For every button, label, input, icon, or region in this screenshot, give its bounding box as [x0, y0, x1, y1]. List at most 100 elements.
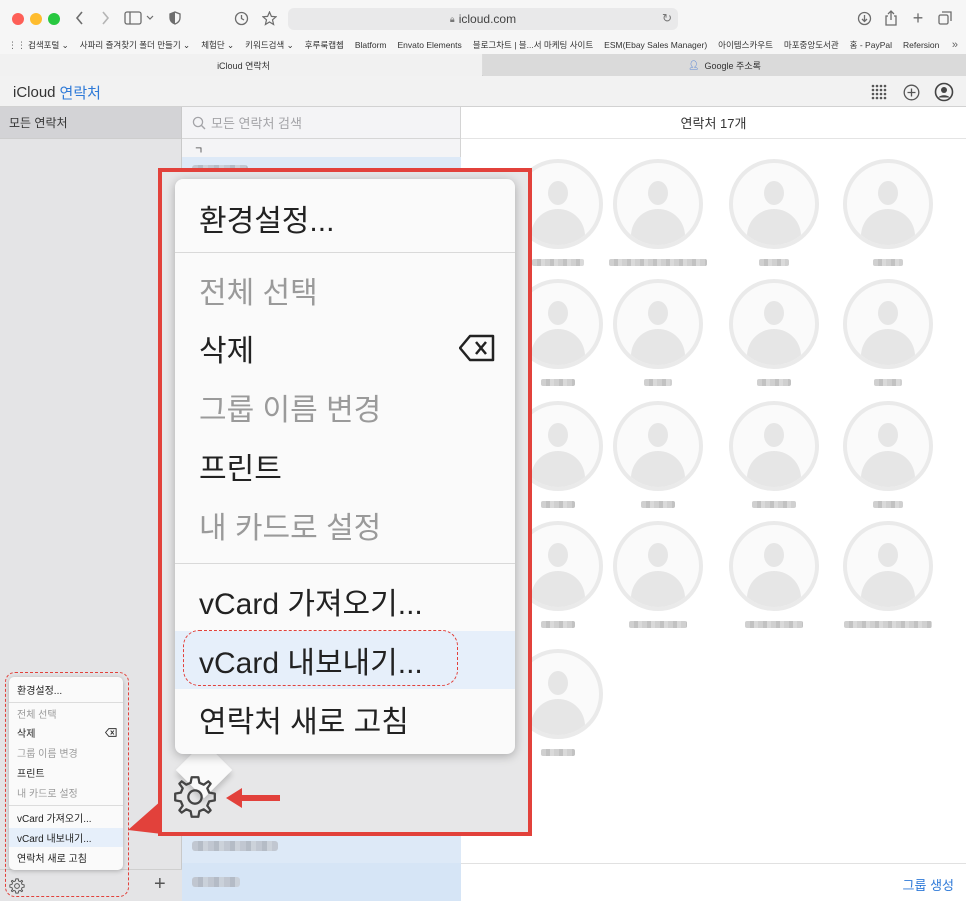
delete-key-icon [459, 334, 495, 362]
zoom-menu-item-print[interactable]: 프린트 [175, 437, 515, 495]
contact-card-name [541, 379, 575, 386]
add-circle-icon[interactable] [900, 81, 922, 103]
menu-item-print[interactable]: 프린트 [9, 763, 123, 782]
bookmark-item[interactable]: 검색포털 ⌄ [28, 39, 69, 51]
zoom-menu-item-delete[interactable]: 삭제 [175, 319, 515, 377]
contact-card-avatar[interactable] [613, 521, 703, 611]
bookmarks-overflow-icon[interactable]: » [952, 39, 958, 51]
app-title[interactable]: iCloud 연락처 [10, 82, 101, 103]
contact-card-name [541, 749, 575, 756]
contact-card-avatar[interactable] [843, 159, 933, 249]
bookmark-item[interactable]: 후루룩캡쳅 [305, 39, 344, 51]
search-input[interactable]: 모든 연락처 검색 [182, 107, 460, 139]
zoomed-menu-callout: 환경설정... 전체 선택 삭제 그룹 이름 변경 프린트 내 카드로 설정 v… [158, 168, 532, 836]
contact-card-name [644, 379, 672, 386]
bookmark-item[interactable]: 사파리 즐겨찾기 폴더 만들기 ⌄ [80, 39, 190, 51]
zoom-menu-item-import-vcard[interactable]: vCard 가져오기... [175, 572, 515, 630]
contact-card-name [629, 621, 687, 628]
bookmark-item[interactable]: Envato Elements [398, 40, 462, 50]
bookmark-item[interactable]: 체험단 ⌄ [201, 39, 234, 51]
account-icon[interactable] [932, 81, 956, 103]
forward-icon[interactable] [98, 8, 112, 28]
address-bar-text: icloud.com [458, 12, 517, 26]
contact-card-avatar[interactable] [729, 159, 819, 249]
settings-gear-icon[interactable] [8, 877, 26, 895]
favorites-star-icon[interactable] [260, 8, 278, 28]
list-section-index: ㄱ [194, 146, 204, 157]
contact-card-avatar[interactable] [613, 279, 703, 369]
zoom-menu-item-rename-group: 그룹 이름 변경 [199, 394, 382, 427]
menu-divider [175, 563, 515, 564]
new-group-button[interactable]: 그룹 생성 [903, 875, 954, 894]
menu-item-export-vcard[interactable]: vCard 내보내기... [9, 828, 123, 847]
reload-icon[interactable]: ↻ [662, 11, 672, 25]
menu-item-refresh-contacts[interactable]: 연락처 새로 고침 [9, 848, 123, 867]
bookmark-item[interactable]: ESM(Ebay Sales Manager) [604, 40, 707, 50]
menu-item-set-my-card: 내 카드로 설정 [17, 789, 78, 800]
contact-card-avatar[interactable] [843, 521, 933, 611]
contact-count-title: 연락처 17개 [461, 107, 966, 139]
sidebar-toggle-icon[interactable] [124, 8, 156, 28]
bookmark-item[interactable]: Refersion [903, 40, 939, 50]
window-zoom-button[interactable] [48, 13, 60, 25]
contact-card-avatar[interactable] [843, 401, 933, 491]
zoom-menu-item-export-vcard[interactable]: vCard 내보내기... [175, 631, 515, 689]
window-minimize-button[interactable] [30, 13, 42, 25]
bookmark-item[interactable]: 홈 - PayPal [850, 39, 892, 51]
grid-footer: 그룹 생성 [461, 863, 966, 901]
brand-label: iCloud [13, 84, 56, 101]
share-icon[interactable] [882, 8, 900, 28]
address-bar[interactable]: 🔒︎ icloud.com ↻ [288, 8, 678, 30]
list-item[interactable] [182, 863, 461, 901]
bookmark-item[interactable]: Blatform [355, 40, 387, 50]
back-icon[interactable] [72, 8, 86, 28]
tab-label: iCloud 연락처 [217, 60, 270, 71]
menu-item-preferences[interactable]: 환경설정... [9, 680, 123, 699]
history-clock-icon[interactable] [232, 8, 250, 28]
contact-card-avatar[interactable] [729, 521, 819, 611]
contact-card-avatar[interactable] [613, 159, 703, 249]
zoom-menu-item-select-all: 전체 선택 [199, 277, 318, 310]
contact-card-name [874, 379, 902, 386]
apps-grid-icon[interactable]: ⋮⋮⋮ [8, 40, 35, 51]
contact-card-avatar[interactable] [613, 401, 703, 491]
contact-card-name [532, 259, 584, 266]
contact-card-name [641, 501, 675, 508]
contact-card-name [541, 501, 575, 508]
contact-card-name [759, 259, 789, 266]
contact-card-name [757, 379, 791, 386]
bookmark-item[interactable]: 키워드검색 ⌄ [245, 39, 294, 51]
menu-item-label: 삭제 [199, 335, 255, 368]
menu-item-import-vcard[interactable]: vCard 가져오기... [9, 808, 123, 827]
tab-icloud-contacts[interactable]: iCloud 연락처 [0, 54, 482, 76]
contact-card-name [844, 621, 932, 628]
contact-card-avatar[interactable] [729, 279, 819, 369]
tab-google-contacts[interactable]: 👤︎ Google 주소록 [483, 54, 966, 76]
downloads-icon[interactable] [855, 8, 873, 28]
add-group-icon[interactable]: + [154, 873, 166, 896]
menu-item-label: 삭제 [17, 729, 36, 740]
zoom-menu-item-set-my-card: 내 카드로 설정 [199, 512, 382, 545]
tab-overview-icon[interactable] [936, 8, 954, 28]
tab-bar: iCloud 연락처 👤︎ Google 주소록 [0, 54, 966, 76]
menu-item-delete[interactable]: 삭제 [9, 723, 123, 742]
group-all-contacts[interactable]: 모든 연락처 [0, 107, 181, 139]
menu-divider [9, 805, 123, 806]
contact-card-name [752, 501, 796, 508]
zoom-menu-item-preferences[interactable]: 환경설정... [175, 189, 515, 247]
delete-key-icon [105, 728, 117, 737]
bookmark-item[interactable]: 아이템스카우트 [718, 39, 773, 51]
app-launcher-icon[interactable] [868, 81, 890, 103]
browser-toolbar: 🔒︎ icloud.com ↻ + [0, 0, 966, 36]
bookmark-item[interactable]: 마포중앙도서관 [784, 39, 839, 51]
lock-icon: 🔒︎ [449, 13, 455, 24]
bookmark-item[interactable]: 블로그차트 | 블...서 마케팅 사이트 [473, 39, 593, 51]
zoom-menu-item-refresh-contacts[interactable]: 연락처 새로 고침 [175, 690, 515, 748]
shield-icon[interactable] [168, 8, 182, 28]
window-close-button[interactable] [12, 13, 24, 25]
contact-card-avatar[interactable] [843, 279, 933, 369]
contact-card-avatar[interactable] [729, 401, 819, 491]
contact-grid: 연락처 17개 그룹 생성 [461, 107, 966, 901]
menu-item-select-all: 전체 선택 [17, 710, 57, 721]
new-tab-icon[interactable]: + [909, 8, 927, 28]
